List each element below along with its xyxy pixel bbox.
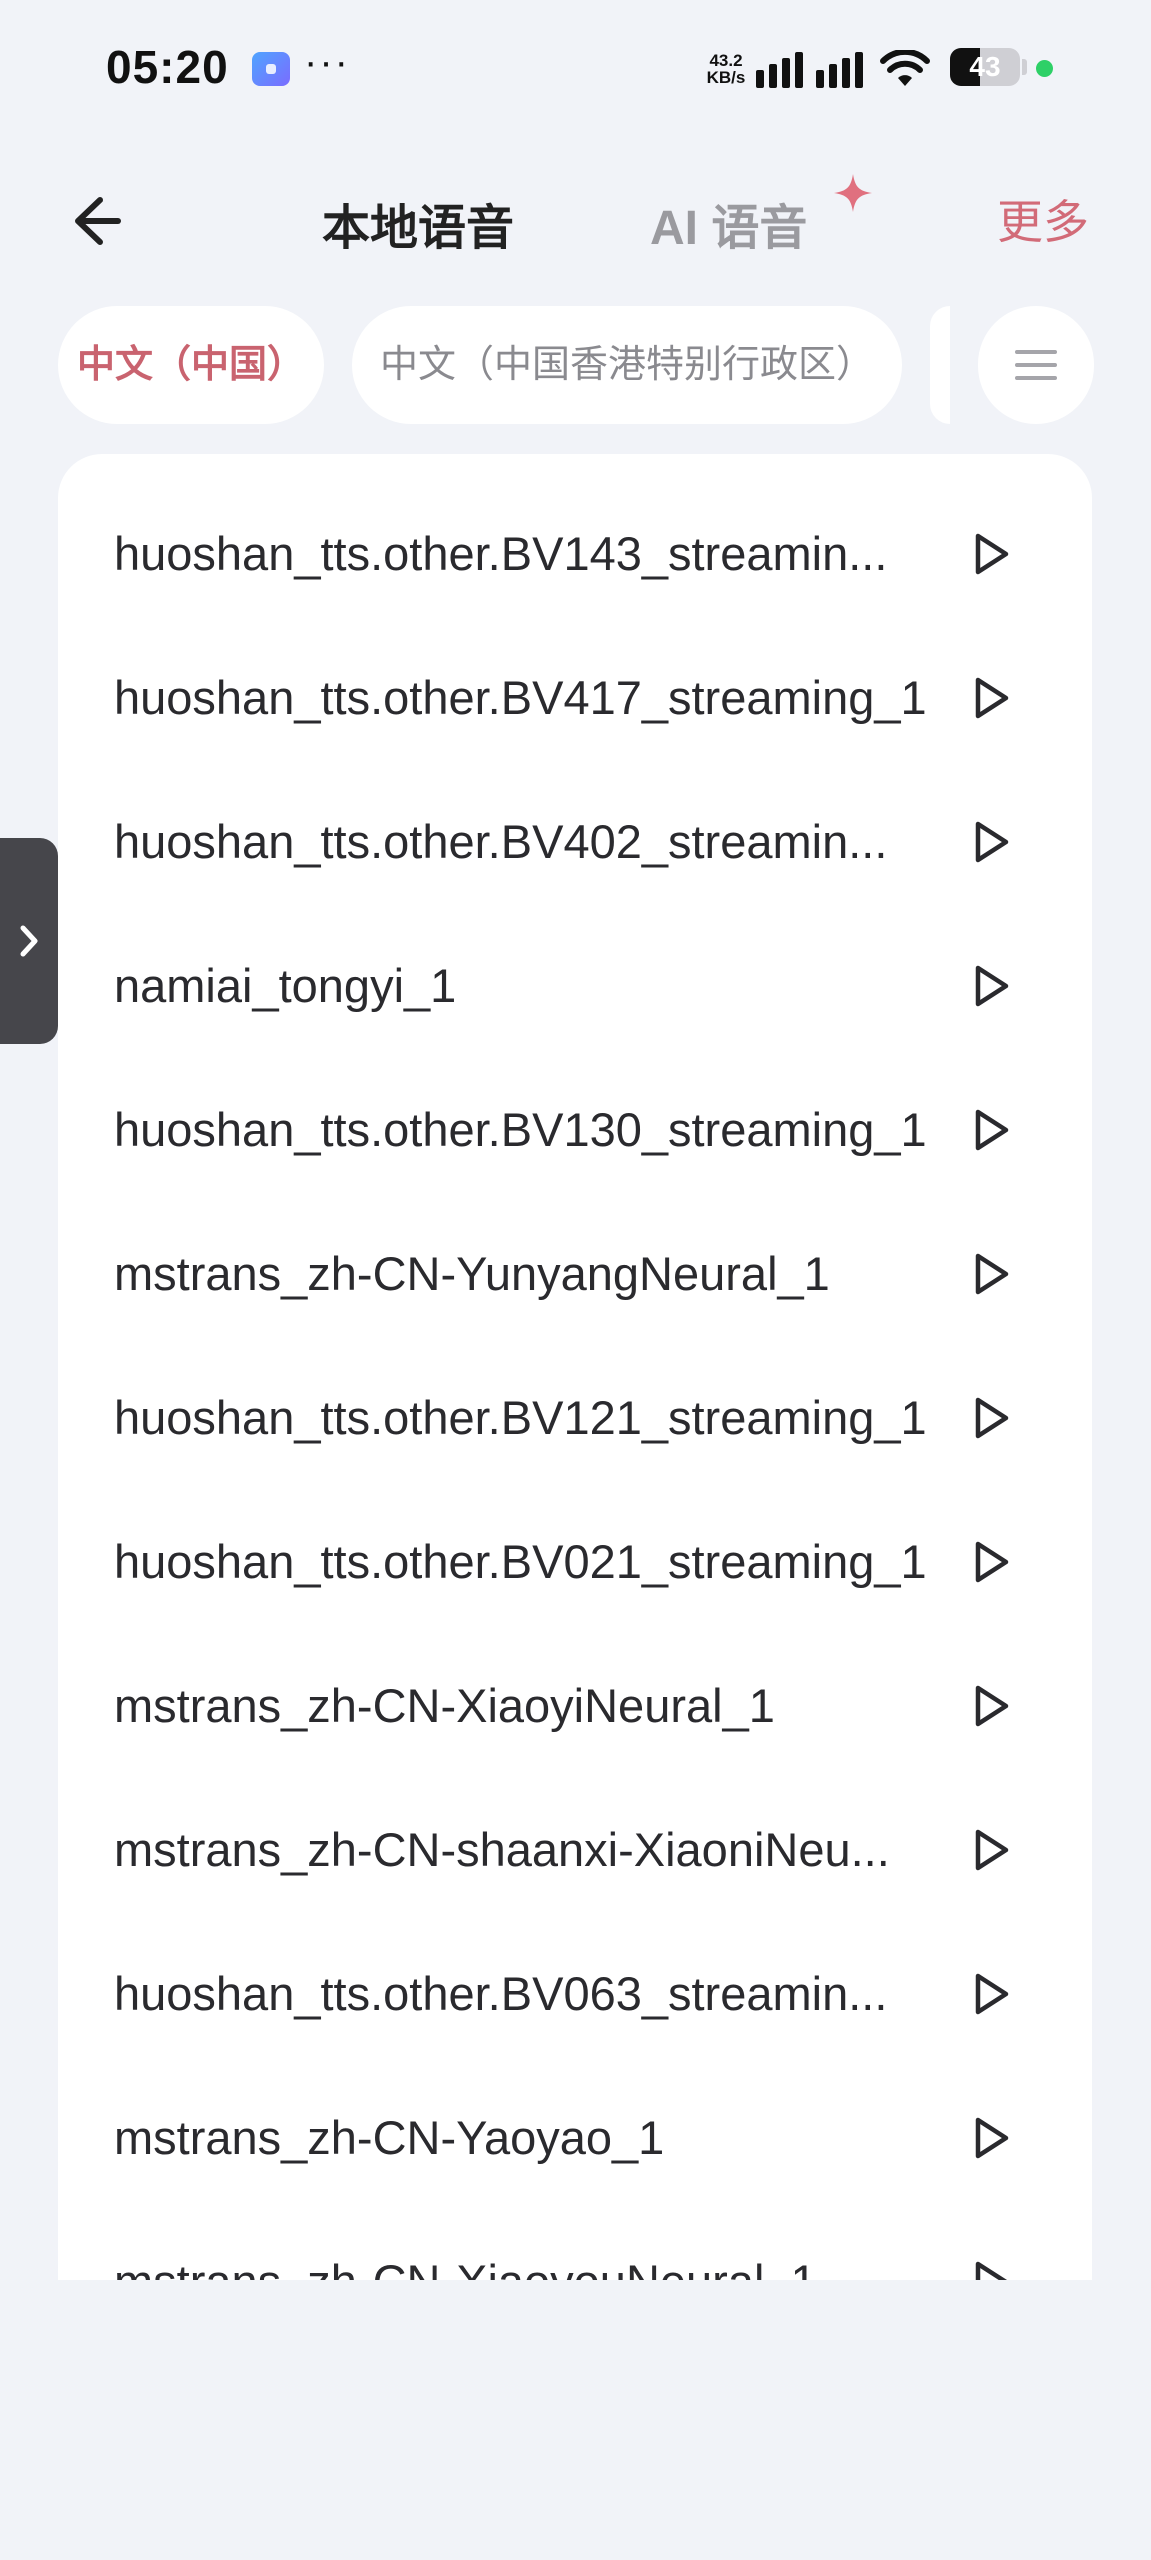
play-triangle-icon[interactable] — [962, 1678, 1018, 1734]
list-item[interactable]: mstrans_zh-CN-Yaoyao_1 — [58, 2066, 1092, 2210]
side-drawer-handle[interactable] — [0, 838, 58, 1044]
menu-lines-icon[interactable] — [978, 306, 1094, 424]
voice-name: huoshan_tts.other.BV021_streaming_1 — [114, 1535, 927, 1588]
play-triangle-icon[interactable] — [962, 1966, 1018, 2022]
voice-name: mstrans_zh-CN-XiaoyiNeural_1 — [114, 1679, 775, 1732]
status-time: 05:20 — [106, 41, 229, 93]
top-navigation: 本地语音 AI 语音 更多 — [0, 150, 1151, 280]
list-item[interactable]: huoshan_tts.other.BV417_streaming_1 — [58, 626, 1092, 770]
play-triangle-icon[interactable] — [962, 2110, 1018, 2166]
tab-local-voice[interactable]: 本地语音 — [322, 188, 514, 258]
chip-zh-cn[interactable]: 中文（中国） — [58, 306, 324, 424]
voice-name: huoshan_tts.other.BV063_streamin... — [114, 1967, 888, 2020]
voice-name: huoshan_tts.other.BV143_streamin... — [114, 527, 888, 580]
signal-bars-icon — [756, 52, 863, 88]
arrow-left-icon[interactable] — [60, 186, 130, 256]
voice-name: huoshan_tts.other.BV130_streaming_1 — [114, 1103, 927, 1156]
play-triangle-icon[interactable] — [962, 526, 1018, 582]
chip-zh-hk[interactable]: 中文（中国香港特别行政区） — [352, 306, 902, 424]
charging-dot-icon — [1036, 60, 1053, 77]
list-item[interactable]: huoshan_tts.other.BV021_streaming_1 — [58, 1490, 1092, 1634]
list-item[interactable]: huoshan_tts.other.BV402_streamin... — [58, 770, 1092, 914]
sparkle-icon — [834, 174, 872, 212]
voice-name: mstrans_zh-CN-XiaoyouNeural_1 — [114, 2210, 1004, 2280]
play-triangle-icon[interactable] — [962, 1822, 1018, 1878]
more-notifications-indicator: ··· — [304, 40, 350, 84]
voice-name: huoshan_tts.other.BV417_streaming_1 — [114, 671, 927, 724]
play-triangle-icon[interactable] — [962, 1246, 1018, 1302]
network-speed-value: 43.2 — [709, 51, 743, 70]
list-item[interactable]: huoshan_tts.other.BV063_streamin... — [58, 1922, 1092, 2066]
more-button[interactable]: 更多 — [997, 186, 1089, 252]
list-item[interactable]: namiai_tongyi_1 — [58, 914, 1092, 1058]
play-triangle-icon[interactable] — [962, 1534, 1018, 1590]
voice-name: mstrans_zh-CN-Yaoyao_1 — [114, 2111, 665, 2164]
tab-ai-voice[interactable]: AI 语音 — [650, 188, 807, 258]
chevron-right-icon — [20, 925, 38, 957]
list-item[interactable]: huoshan_tts.other.BV130_streaming_1 — [58, 1058, 1092, 1202]
wifi-icon — [880, 50, 930, 86]
network-speed-unit: KB/s — [706, 68, 746, 87]
play-triangle-icon[interactable] — [962, 958, 1018, 1014]
list-item[interactable]: mstrans_zh-CN-YunyangNeural_1 — [58, 1202, 1092, 1346]
battery-cap — [1022, 59, 1027, 75]
voice-name: namiai_tongyi_1 — [114, 959, 457, 1012]
play-triangle-icon[interactable] — [962, 1390, 1018, 1446]
list-item[interactable]: huoshan_tts.other.BV143_streamin... — [58, 482, 1092, 626]
network-speed: 43.2 KB/s — [700, 52, 752, 86]
status-bar: 05:20 ··· 43.2 KB/s 43 — [0, 0, 1151, 140]
play-triangle-icon[interactable] — [962, 814, 1018, 870]
voice-name: mstrans_zh-CN-YunyangNeural_1 — [114, 1247, 830, 1300]
list-item[interactable]: mstrans_zh-CN-XiaoyouNeural_1 — [58, 2210, 1092, 2280]
list-item[interactable]: mstrans_zh-CN-shaanxi-XiaoniNeu... — [58, 1778, 1092, 1922]
chip-next-partial[interactable] — [930, 306, 950, 424]
battery-level: 43 — [969, 51, 1001, 82]
list-item[interactable]: huoshan_tts.other.BV121_streaming_1 — [58, 1346, 1092, 1490]
voice-name: huoshan_tts.other.BV121_streaming_1 — [114, 1391, 927, 1444]
voice-name: mstrans_zh-CN-shaanxi-XiaoniNeu... — [114, 1823, 890, 1876]
play-triangle-icon[interactable] — [962, 1102, 1018, 1158]
play-triangle-icon[interactable] — [962, 2254, 1018, 2280]
battery-icon: 43 — [950, 48, 1020, 86]
list-item[interactable]: mstrans_zh-CN-XiaoyiNeural_1 — [58, 1634, 1092, 1778]
play-triangle-icon[interactable] — [962, 670, 1018, 726]
language-filter-row: 中文（中国） 中文（中国香港特别行政区） — [0, 306, 1151, 424]
voice-list: huoshan_tts.other.BV143_streamin...huosh… — [58, 454, 1092, 2280]
app-notification-icon — [252, 52, 290, 86]
voice-name: huoshan_tts.other.BV402_streamin... — [114, 815, 888, 868]
